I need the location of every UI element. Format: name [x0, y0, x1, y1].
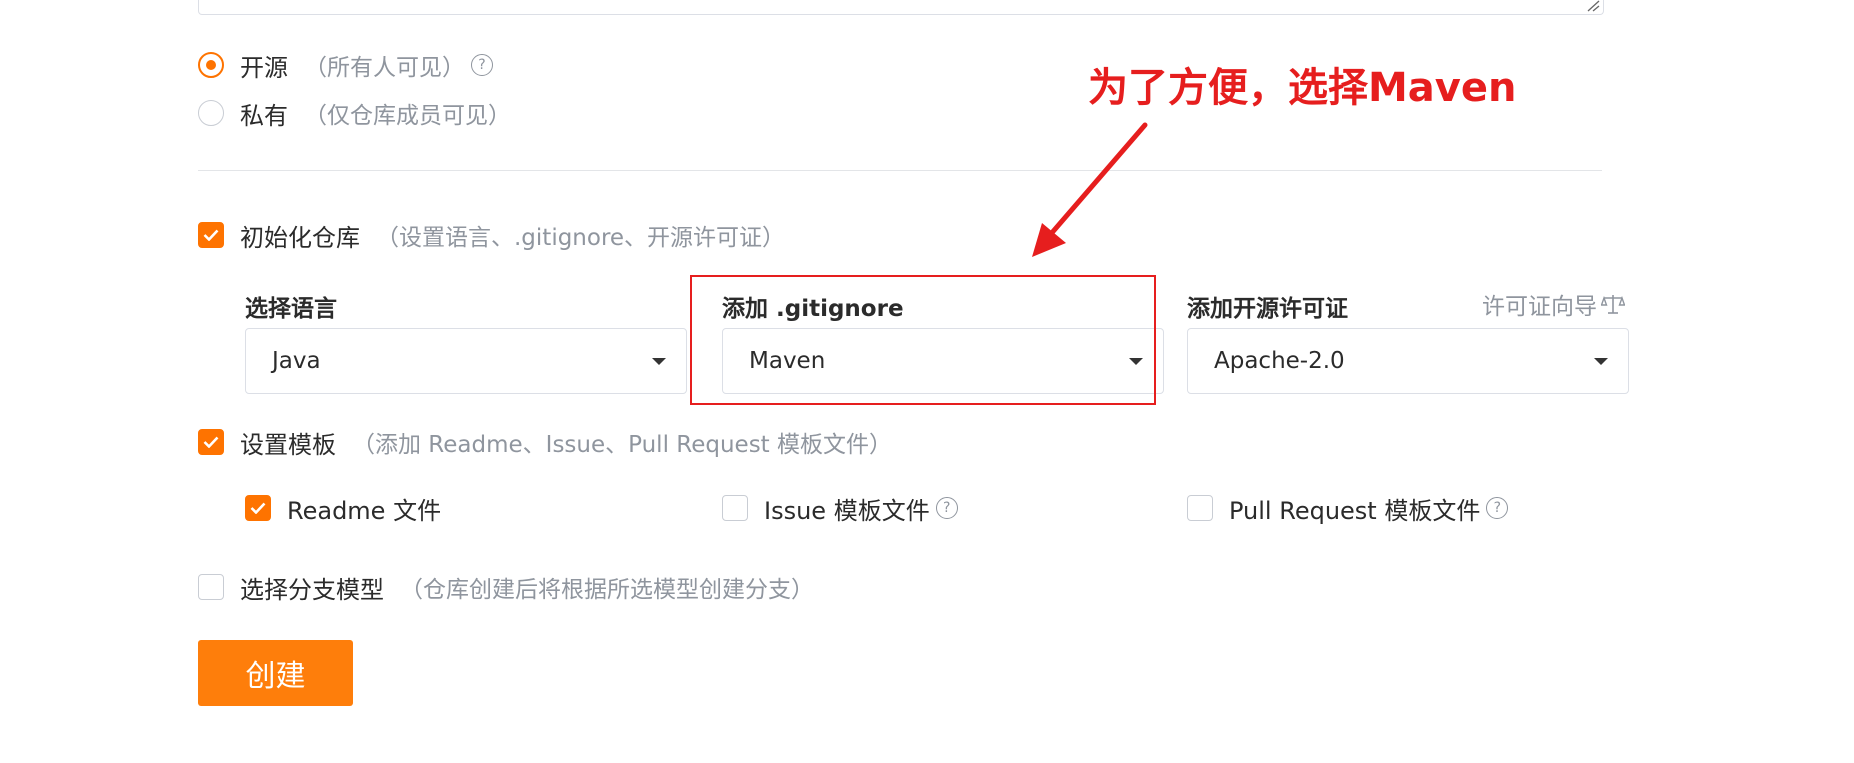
question-circle-icon[interactable]: ?: [471, 54, 493, 76]
caret-down-icon: [652, 357, 666, 365]
caret-down-icon: [1594, 357, 1608, 365]
visibility-private-label: 私有: [240, 101, 288, 130]
issue-label: Issue 模板文件: [764, 496, 930, 525]
init-repo-hint: （设置语言、.gitignore、开源许可证）: [376, 225, 786, 251]
language-field-label: 选择语言: [245, 296, 337, 322]
question-circle-icon[interactable]: ?: [935, 497, 958, 519]
visibility-option-private[interactable]: 私有 （仅仓库成员可见）: [198, 97, 511, 130]
license-field-label: 添加开源许可证: [1187, 296, 1348, 322]
templates-option[interactable]: 设置模板 （添加 Readme、Issue、Pull Request 模板文件）: [198, 426, 893, 459]
check-icon: [203, 229, 219, 241]
license-select[interactable]: Apache-2.0: [1187, 328, 1629, 394]
branch-model-hint: （仓库创建后将根据所选模型创建分支）: [400, 577, 814, 603]
create-button[interactable]: 创建: [198, 640, 353, 706]
section-divider: [198, 170, 1602, 171]
template-item-pull-request[interactable]: Pull Request 模板文件 ?: [1187, 492, 1509, 525]
branch-model-checkbox[interactable]: [198, 574, 224, 600]
pull-request-checkbox[interactable]: [1187, 495, 1213, 521]
annotation-arrow-icon: [1032, 122, 1148, 257]
branch-model-label: 选择分支模型: [240, 575, 384, 604]
resize-handle-icon[interactable]: [1584, 0, 1600, 12]
pull-request-label: Pull Request 模板文件: [1229, 496, 1481, 525]
templates-label: 设置模板: [240, 430, 336, 459]
template-item-issue[interactable]: Issue 模板文件 ?: [722, 492, 958, 525]
init-repo-option[interactable]: 初始化仓库 （设置语言、.gitignore、开源许可证）: [198, 219, 786, 252]
visibility-option-public[interactable]: 开源 （所有人可见） ?: [198, 49, 493, 82]
question-circle-icon[interactable]: ?: [1486, 497, 1509, 519]
template-item-readme[interactable]: Readme 文件: [245, 492, 442, 525]
branch-model-option[interactable]: 选择分支模型 （仓库创建后将根据所选模型创建分支）: [198, 571, 814, 604]
readme-checkbox[interactable]: [245, 495, 271, 521]
license-wizard-label: 许可证向导: [1482, 294, 1597, 320]
check-icon: [250, 502, 266, 514]
annotation-highlight-box: [690, 275, 1156, 405]
issue-checkbox[interactable]: [722, 495, 748, 521]
language-select[interactable]: Java: [245, 328, 687, 394]
check-icon: [203, 436, 219, 448]
visibility-private-hint: （仅仓库成员可见）: [304, 103, 511, 129]
templates-hint: （添加 Readme、Issue、Pull Request 模板文件）: [352, 432, 893, 458]
language-select-value: Java: [272, 348, 321, 374]
annotation-text: 为了方便，选择Maven: [1088, 65, 1517, 111]
init-repo-checkbox[interactable]: [198, 222, 224, 248]
radio-private[interactable]: [198, 100, 224, 126]
license-wizard-link[interactable]: 许可证向导: [1482, 287, 1625, 321]
readme-label: Readme 文件: [287, 496, 442, 525]
templates-checkbox[interactable]: [198, 429, 224, 455]
visibility-public-hint: （所有人可见）: [304, 55, 465, 81]
radio-public[interactable]: [198, 52, 224, 78]
license-select-value: Apache-2.0: [1214, 348, 1345, 374]
init-repo-label: 初始化仓库: [240, 223, 360, 252]
description-textarea[interactable]: [198, 0, 1604, 15]
scale-icon: [1601, 295, 1625, 314]
visibility-public-label: 开源: [240, 53, 288, 82]
